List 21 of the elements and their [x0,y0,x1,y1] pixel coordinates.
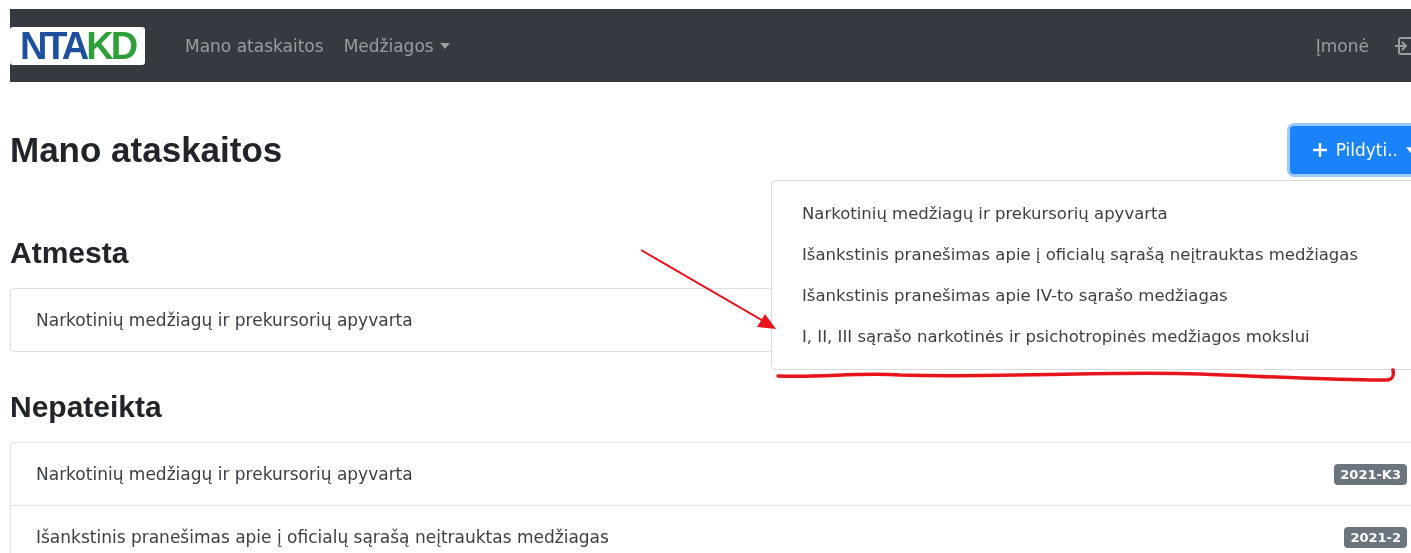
menu-item[interactable]: I, II, III sąrašo narkotinės ir psichotropinės medžiagos mokslui [772,316,1411,357]
page-title: Mano ataskaitos [10,130,283,170]
nav-link[interactable]: Mano ataskaitos [185,35,324,56]
nav-link[interactable]: Medžiagos [343,35,450,56]
menu-item[interactable]: Išankstinis pranešimas apie IV-to sąrašo medžiagas [772,275,1411,316]
company-link[interactable]: Įmonė [1315,35,1369,56]
period-badge: 2021-2 [1344,526,1407,548]
section-heading: Atmesta [10,235,129,271]
logo[interactable]: NTAKD [10,26,145,65]
report-name: Išankstinis pranešimas apie į oficialų sąrašą neįtrauktas medžiagas [36,527,609,547]
report-row[interactable]: Narkotinių medžiagų ir prekursorių apyvarta 2021-K3 [11,443,1411,506]
caret-icon [439,42,450,49]
menu-item[interactable]: Narkotinių medžiagų ir prekursorių apyvarta [772,193,1411,234]
plus-icon [1311,142,1328,158]
menu-item[interactable]: Išankstinis pranešimas apie į oficialų sąrašą neįtrauktas medžiagas [772,234,1411,275]
section-heading: Nepateikta [10,389,162,425]
fill-button[interactable]: Pildyti.. [1289,126,1411,174]
report-row[interactable]: Išankstinis pranešimas apie į oficialų sąrašą neįtrauktas medžiagas 2021-2 [11,506,1411,553]
report-name: Narkotinių medžiagų ir prekursorių apyvarta [36,464,413,484]
period-badge: 2021-K3 [1334,463,1407,485]
logout-icon[interactable] [1395,35,1411,56]
